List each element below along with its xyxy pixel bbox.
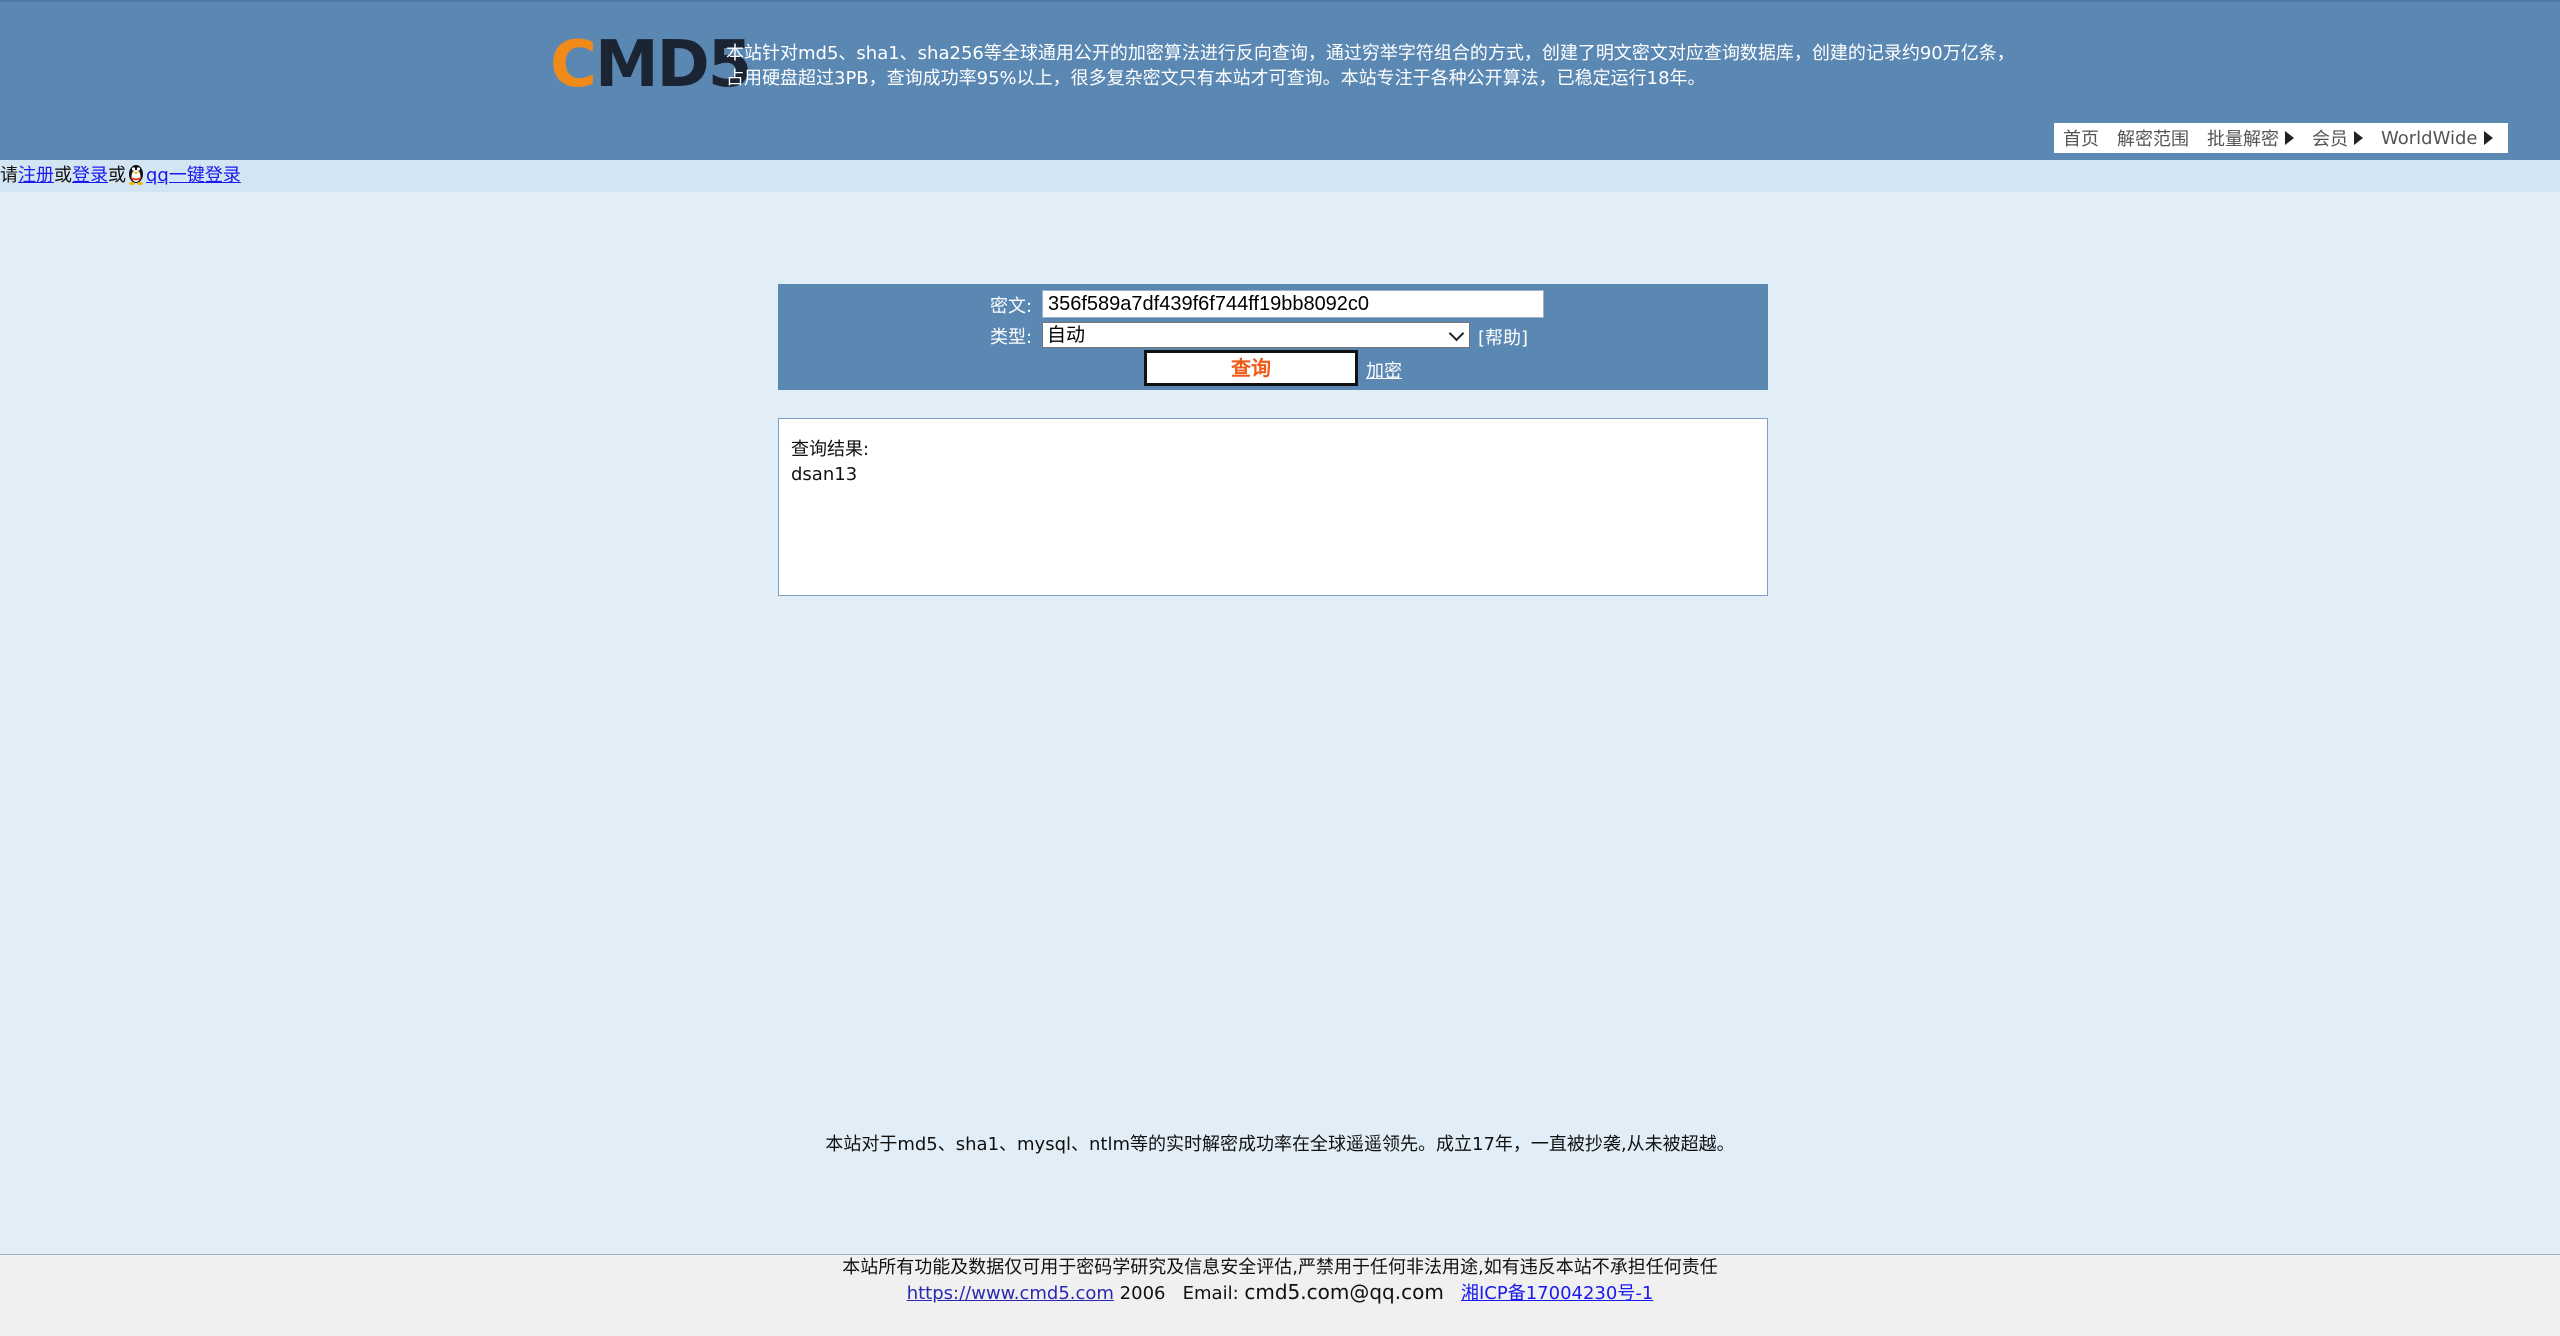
site-header: CMD5 本站针对md5、sha1、sha256等全球通用公开的加密算法进行反向…: [0, 0, 2560, 160]
site-intro: 本站针对md5、sha1、sha256等全球通用公开的加密算法进行反向查询，通过…: [726, 41, 2026, 91]
login-bar: 请注册或登录或 qq一键登录: [0, 160, 2560, 192]
register-link[interactable]: 注册: [18, 157, 54, 195]
intro-line-2: 占用硬盘超过3PB，查询成功率95%以上，很多复杂密文只有本站才可查询。本站专注…: [726, 68, 1706, 89]
nav-worldwide[interactable]: WorldWide: [2372, 128, 2502, 149]
cipher-label: 密文:: [990, 296, 1033, 317]
footer-email: cmd5.com@qq.com: [1244, 1280, 1444, 1304]
footer-contact: https://www.cmd5.com 2006 Email: cmd5.co…: [0, 1279, 2560, 1307]
footer-disclaimer: 本站所有功能及数据仅可用于密码学研究及信息安全评估,严禁用于任何非法用途,如有违…: [842, 1257, 1718, 1278]
footer-year-email: 2006 Email:: [1113, 1283, 1245, 1304]
type-label: 类型:: [990, 327, 1033, 348]
cipher-input[interactable]: [1042, 290, 1544, 318]
nav-scope[interactable]: 解密范围: [2108, 125, 2198, 151]
caret-right-icon: [2483, 131, 2493, 145]
nav-member-label: 会员: [2312, 129, 2348, 150]
nav-batch-label: 批量解密: [2207, 129, 2279, 150]
result-value: dsan13: [791, 464, 858, 485]
login-link[interactable]: 登录: [72, 157, 108, 195]
login-prefix: 请: [0, 165, 18, 186]
nav-home[interactable]: 首页: [2054, 125, 2108, 151]
nav-member[interactable]: 会员: [2303, 125, 2372, 151]
qq-login-link[interactable]: qq一键登录: [146, 157, 241, 195]
login-or-1: 或: [54, 165, 72, 186]
nav-home-label: 首页: [2063, 129, 2099, 150]
login-or-2: 或: [108, 165, 126, 186]
caret-right-icon: [2354, 131, 2363, 145]
query-form: 密文: 类型: 自动 [帮助] 查询 加密: [778, 284, 1768, 390]
caret-right-icon: [2285, 131, 2294, 145]
logo-c: C: [550, 28, 597, 102]
type-selected-value: 自动: [1047, 324, 1086, 346]
chevron-down-icon: [1448, 325, 1465, 342]
query-button[interactable]: 查询: [1144, 350, 1358, 386]
result-label: 查询结果:: [791, 439, 870, 460]
help-link[interactable]: [帮助]: [1478, 324, 1528, 350]
site-logo[interactable]: CMD5: [550, 32, 752, 98]
tagline: 本站对于md5、sha1、mysql、ntlm等的实时解密成功率在全球遥遥领先。…: [825, 1134, 1735, 1155]
site-link[interactable]: https://www.cmd5.com: [907, 1283, 1114, 1304]
top-nav: 首页 解密范围 批量解密 会员 WorldWide: [2054, 123, 2508, 153]
nav-batch[interactable]: 批量解密: [2198, 125, 2303, 151]
intro-line-1: 本站针对md5、sha1、sha256等全球通用公开的加密算法进行反向查询，通过…: [726, 43, 2015, 64]
result-panel: 查询结果: dsan13: [778, 418, 1768, 596]
site-footer: 本站所有功能及数据仅可用于密码学研究及信息安全评估,严禁用于任何非法用途,如有违…: [0, 1254, 2560, 1336]
header-top-border: [0, 0, 2560, 2]
nav-worldwide-label: WorldWide: [2381, 127, 2478, 149]
type-select[interactable]: 自动: [1042, 322, 1470, 348]
icp-link[interactable]: 湘ICP备17004230号-1: [1461, 1283, 1653, 1304]
qq-penguin-icon[interactable]: [127, 161, 145, 185]
nav-scope-label: 解密范围: [2117, 129, 2189, 150]
encrypt-link[interactable]: 加密: [1366, 357, 1402, 383]
